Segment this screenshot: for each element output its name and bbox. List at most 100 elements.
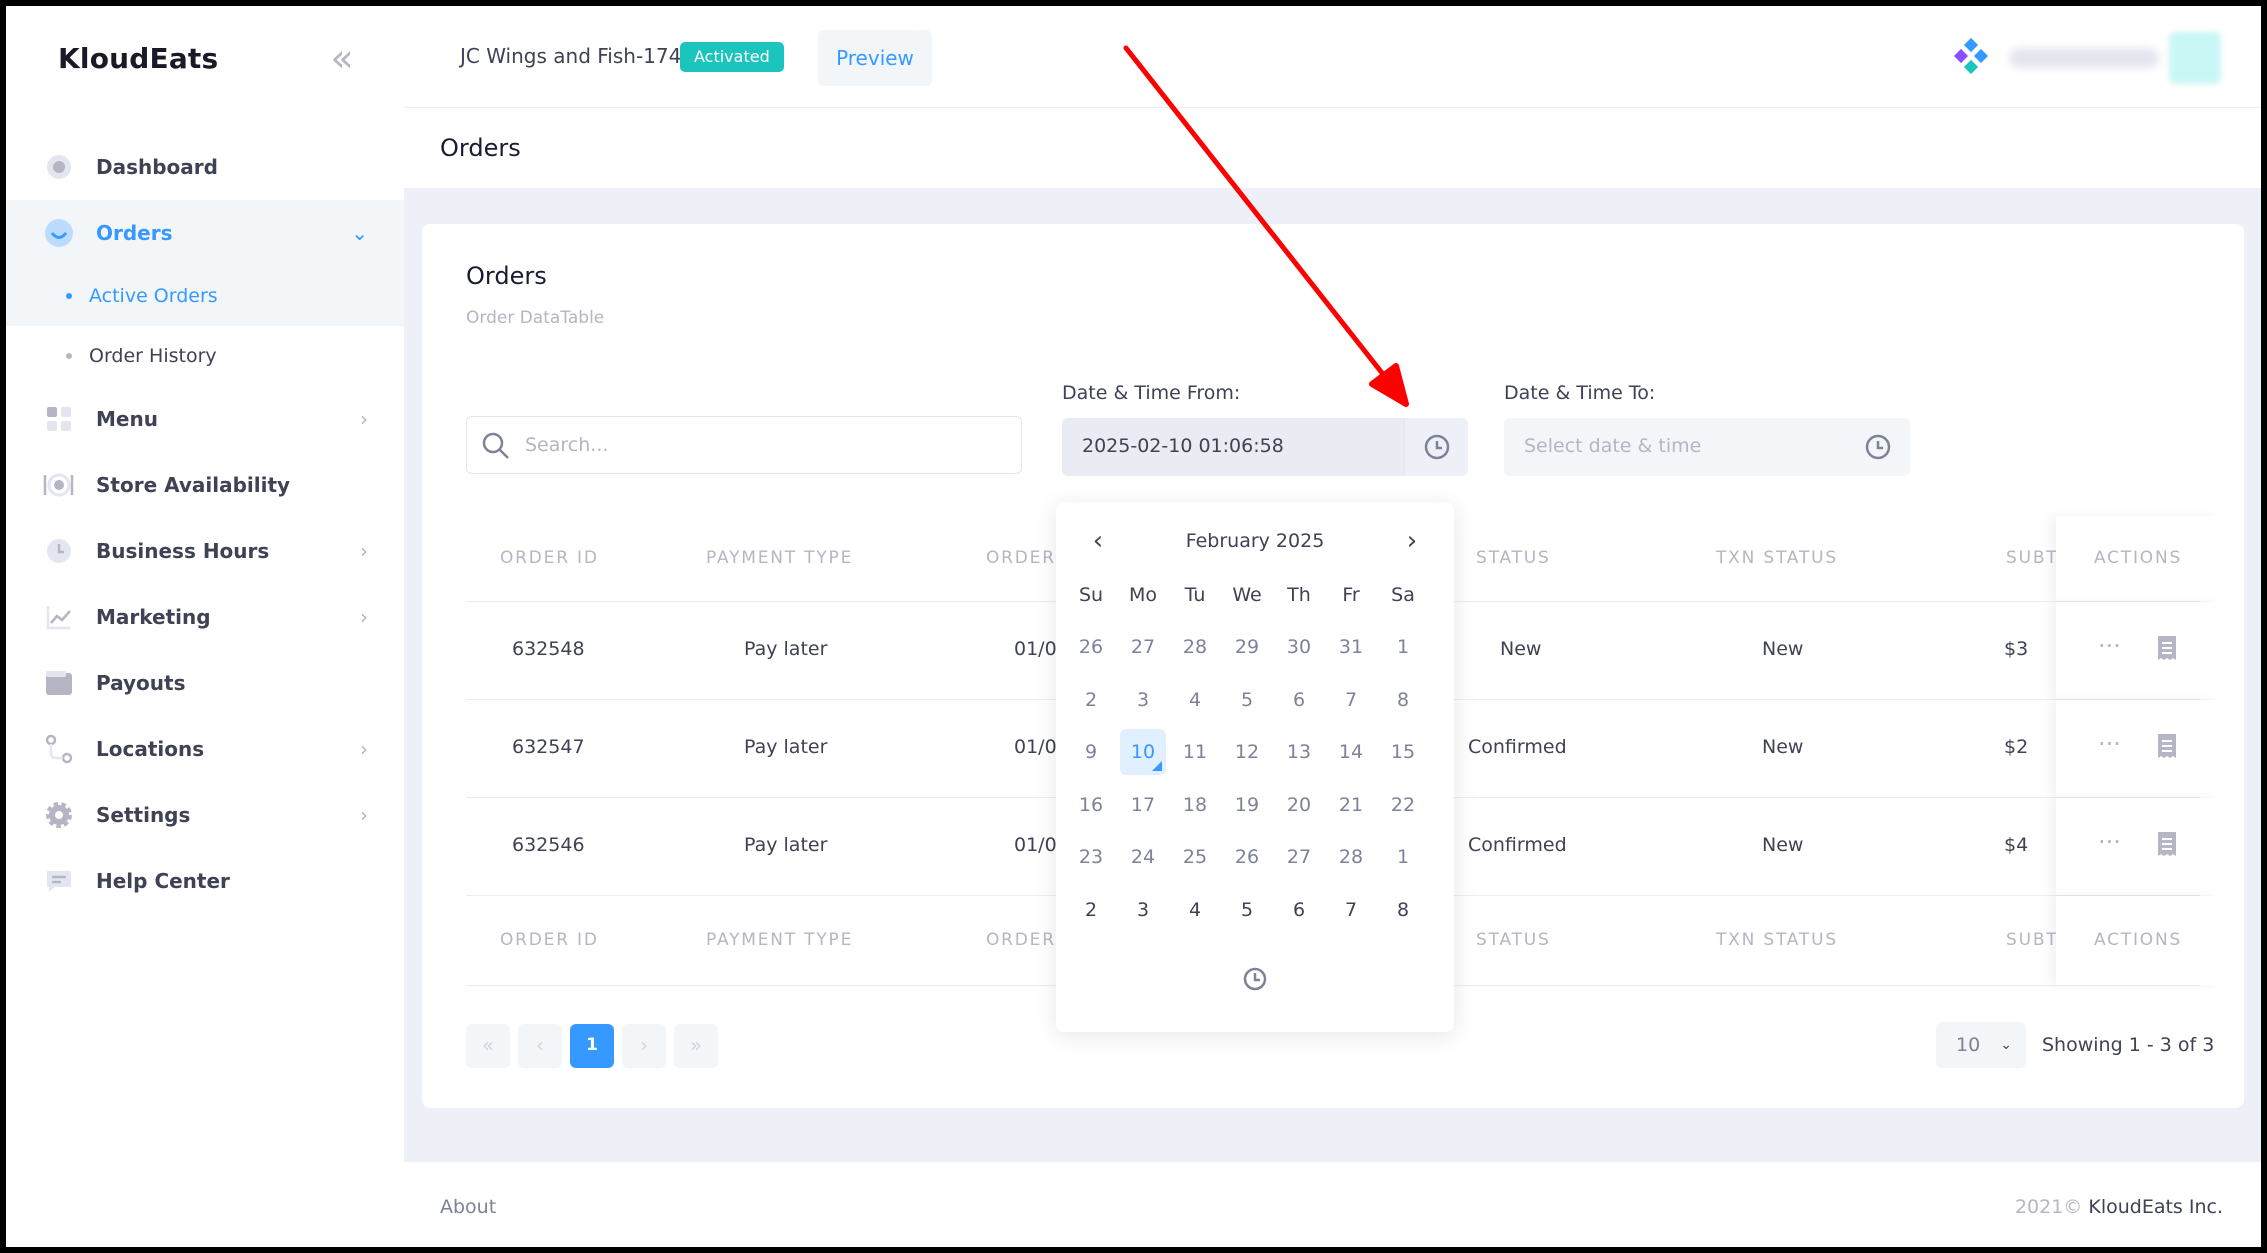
- receipt-icon[interactable]: [2156, 732, 2178, 765]
- sidebar-subitem-label: Active Orders: [89, 285, 218, 307]
- calendar-day[interactable]: 20: [1276, 782, 1322, 828]
- column-footer: STATUS: [1476, 930, 1551, 950]
- calendar-day[interactable]: 28: [1328, 834, 1374, 880]
- calendar-day[interactable]: 27: [1120, 624, 1166, 670]
- column-header[interactable]: STATUS: [1476, 548, 1551, 568]
- calendar-day[interactable]: 26: [1224, 834, 1270, 880]
- chevron-down-icon: ⌄: [351, 221, 368, 245]
- sidebar-item-business-hours[interactable]: Business Hours ›: [6, 518, 404, 584]
- calendar-day[interactable]: 7: [1328, 887, 1374, 933]
- page-size-select[interactable]: 10 ⌄: [1936, 1022, 2026, 1068]
- calendar-day[interactable]: 15: [1380, 729, 1426, 775]
- calendar-day[interactable]: 1: [1380, 624, 1426, 670]
- sidebar-item-marketing[interactable]: Marketing ›: [6, 584, 404, 650]
- prev-page-button[interactable]: ‹: [518, 1024, 562, 1068]
- calendar-day[interactable]: 21: [1328, 782, 1374, 828]
- calendar-day[interactable]: 12: [1224, 729, 1270, 775]
- user-name-blurred[interactable]: [2009, 48, 2159, 68]
- sidebar-item-locations[interactable]: Locations ›: [6, 716, 404, 782]
- calendar-day[interactable]: 19: [1224, 782, 1270, 828]
- calendar-day[interactable]: 23: [1068, 834, 1114, 880]
- calendar-day[interactable]: 11: [1172, 729, 1218, 775]
- first-page-button[interactable]: «: [466, 1024, 510, 1068]
- sidebar-item-store-availability[interactable]: Store Availability: [6, 452, 404, 518]
- calendar-day[interactable]: 14: [1328, 729, 1374, 775]
- calendar-day[interactable]: 7: [1328, 677, 1374, 723]
- page-title: Orders: [440, 134, 521, 162]
- sidebar-item-menu[interactable]: Menu ›: [6, 386, 404, 452]
- calendar-day[interactable]: 24: [1120, 834, 1166, 880]
- calendar-day[interactable]: 8: [1380, 677, 1426, 723]
- calendar-day[interactable]: 6: [1276, 887, 1322, 933]
- column-header[interactable]: ORDER ID: [500, 548, 599, 568]
- calendar-day[interactable]: 8: [1380, 887, 1426, 933]
- sidebar-subitem-order-history[interactable]: Order History: [6, 326, 404, 386]
- calendar-day[interactable]: 3: [1120, 887, 1166, 933]
- column-header[interactable]: TXN STATUS: [1716, 548, 1838, 568]
- company-link[interactable]: KloudEats Inc.: [2088, 1196, 2223, 1218]
- search-field[interactable]: [466, 416, 1022, 474]
- calendar-day[interactable]: 30: [1276, 624, 1322, 670]
- calendar-day[interactable]: 2: [1068, 887, 1114, 933]
- sidebar-item-settings[interactable]: Settings ›: [6, 782, 404, 848]
- calendar-day[interactable]: 28: [1172, 624, 1218, 670]
- collapse-sidebar-icon[interactable]: «: [322, 39, 362, 80]
- brand-logo[interactable]: KloudEats: [58, 42, 218, 75]
- next-page-button[interactable]: ›: [622, 1024, 666, 1068]
- sidebar-item-orders[interactable]: Orders ⌄: [6, 200, 404, 266]
- preview-button[interactable]: Preview: [818, 30, 932, 86]
- calendar-day[interactable]: 17: [1120, 782, 1166, 828]
- column-header[interactable]: PAYMENT TYPE: [706, 548, 853, 568]
- sidebar-item-payouts[interactable]: Payouts: [6, 650, 404, 716]
- calendar-day[interactable]: 5: [1224, 887, 1270, 933]
- column-footer: PAYMENT TYPE: [706, 930, 854, 950]
- sidebar-item-label: Dashboard: [96, 155, 218, 179]
- search-input[interactable]: [525, 417, 1005, 473]
- calendar-day[interactable]: 27: [1276, 834, 1322, 880]
- actions-cell: ···: [2056, 700, 2220, 797]
- calendar-day[interactable]: 5: [1224, 677, 1270, 723]
- date-from-input[interactable]: 2025-02-10 01:06:58: [1062, 418, 1468, 476]
- avatar[interactable]: [2169, 32, 2221, 84]
- calendar-day[interactable]: 4: [1172, 887, 1218, 933]
- calendar-day[interactable]: 6: [1276, 677, 1322, 723]
- sidebar-subitem-active-orders[interactable]: Active Orders: [6, 266, 404, 326]
- clock-icon[interactable]: [1240, 964, 1270, 994]
- card-subtitle: Order DataTable: [466, 308, 605, 328]
- page-1-button[interactable]: 1: [570, 1024, 614, 1068]
- more-options-icon[interactable]: ···: [2098, 828, 2121, 856]
- calendar-day[interactable]: 3: [1120, 677, 1166, 723]
- kloudeats-logo-icon[interactable]: [1953, 37, 1989, 75]
- store-name: JC Wings and Fish-174: [460, 44, 682, 68]
- calendar-day[interactable]: 10: [1120, 729, 1166, 775]
- sidebar-item-help-center[interactable]: Help Center: [6, 848, 404, 914]
- calendar-day[interactable]: 26: [1068, 624, 1114, 670]
- about-link[interactable]: About: [440, 1196, 496, 1218]
- calendar-day[interactable]: 31: [1328, 624, 1374, 670]
- clock-icon[interactable]: [1846, 418, 1910, 476]
- calendar-day[interactable]: 4: [1172, 677, 1218, 723]
- calendar-day[interactable]: 25: [1172, 834, 1218, 880]
- more-options-icon[interactable]: ···: [2098, 632, 2121, 660]
- sidebar-item-dashboard[interactable]: Dashboard: [6, 134, 404, 200]
- date-to-input[interactable]: Select date & time: [1504, 418, 1910, 476]
- receipt-icon[interactable]: [2156, 830, 2178, 863]
- next-month-button[interactable]: ›: [1396, 526, 1428, 558]
- store-availability-icon: [42, 468, 76, 502]
- calendar-day[interactable]: 13: [1276, 729, 1322, 775]
- more-options-icon[interactable]: ···: [2098, 730, 2121, 758]
- calendar-day[interactable]: 1: [1380, 834, 1426, 880]
- payment-type-cell: Pay later: [744, 638, 828, 660]
- clock-icon[interactable]: [1404, 418, 1468, 476]
- calendar-day[interactable]: 9: [1068, 729, 1114, 775]
- calendar-day[interactable]: 2: [1068, 677, 1114, 723]
- calendar-day[interactable]: 16: [1068, 782, 1114, 828]
- calendar-day[interactable]: 22: [1380, 782, 1426, 828]
- last-page-button[interactable]: »: [674, 1024, 718, 1068]
- calendar-day[interactable]: 29: [1224, 624, 1270, 670]
- receipt-icon[interactable]: [2156, 634, 2178, 667]
- page-footer: About 2021© KloudEats Inc.: [404, 1162, 2261, 1247]
- weekday-header: Fr: [1342, 584, 1360, 606]
- calendar-day[interactable]: 18: [1172, 782, 1218, 828]
- column-header[interactable]: SUBT: [2006, 548, 2058, 568]
